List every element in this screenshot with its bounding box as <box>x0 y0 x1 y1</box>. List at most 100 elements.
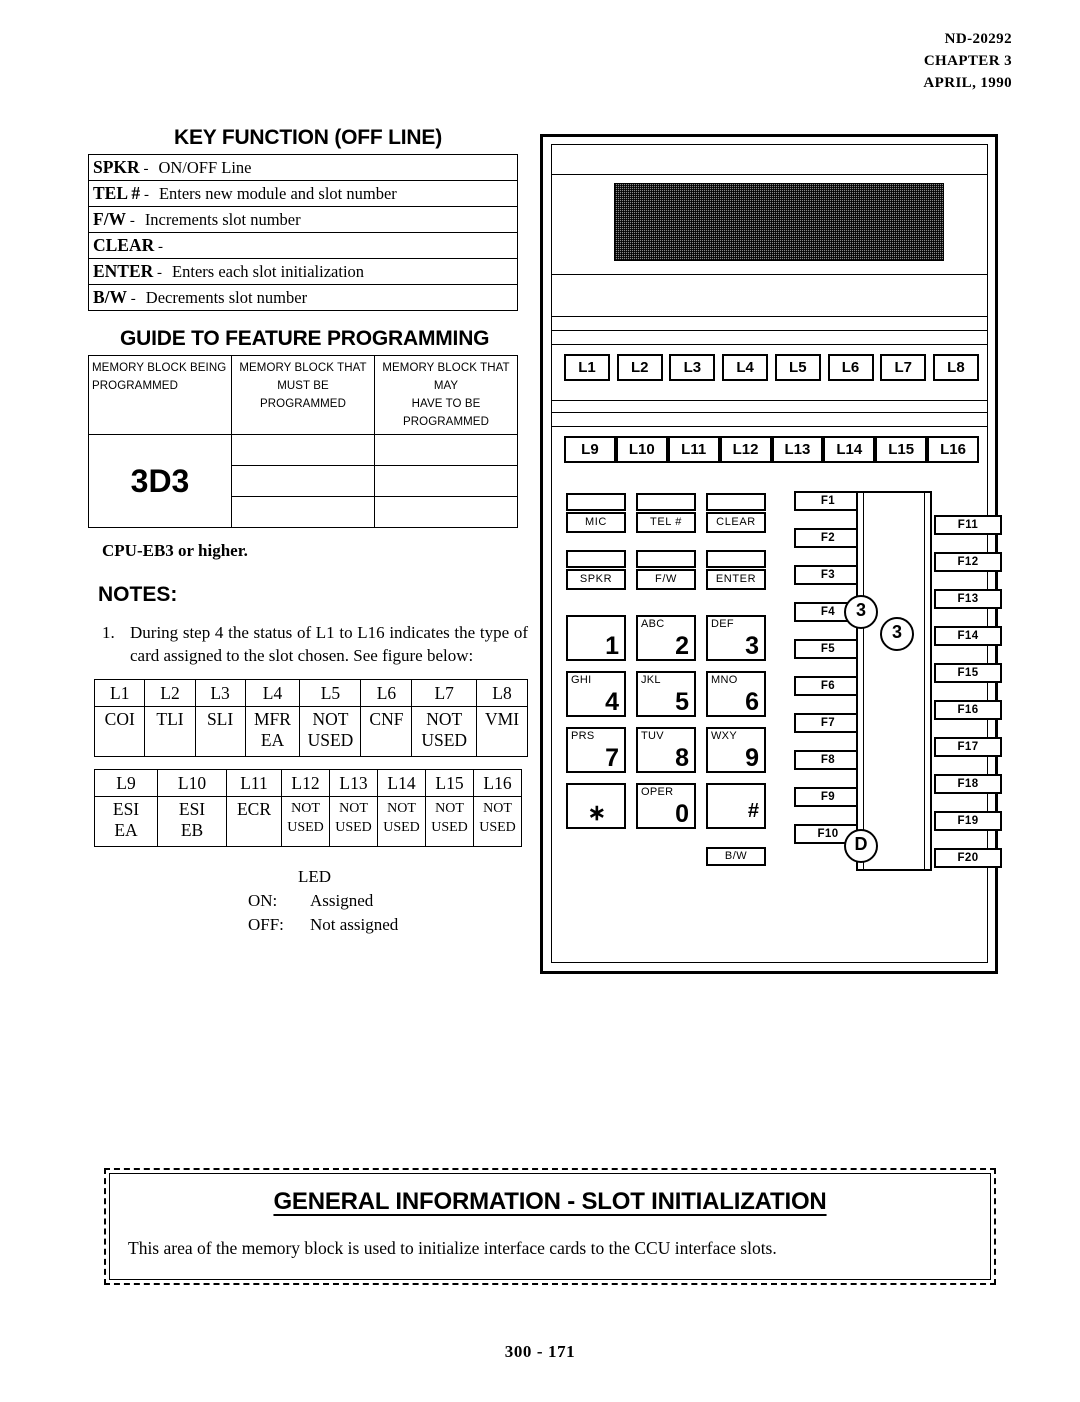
dial-key-1[interactable]: 1 <box>566 615 626 661</box>
line-key-l1[interactable]: L1 <box>564 354 610 381</box>
dial-key-star[interactable]: ∗ <box>566 783 626 829</box>
function-key-fw[interactable]: F/W <box>636 569 696 590</box>
line-key-l13[interactable]: L13 <box>771 436 824 463</box>
telephone-faceplate: L1 L2 L3 L4 L5 L6 L7 L8 L9 L10 L11 L12 L13 L14 L15 L16… <box>551 144 1002 963</box>
f-key-f13[interactable]: F13 <box>934 589 1002 609</box>
f-key-f9[interactable]: F9 <box>794 787 862 807</box>
key-function-key: SPKR <box>93 156 140 177</box>
dial-key-9[interactable]: WXY 9 <box>706 727 766 773</box>
line-key-l8[interactable]: L8 <box>932 354 979 381</box>
guide-body-row: 3D3 <box>88 434 518 528</box>
f-key-f1[interactable]: F1 <box>794 491 862 511</box>
function-key-cluster: MIC TEL # CLEAR SPKR F/W ENTER <box>566 493 766 590</box>
guide-header-line: MEMORY BLOCK THAT MAY <box>382 362 510 392</box>
line-key-l2[interactable]: L2 <box>616 354 663 381</box>
function-key-mic[interactable]: MIC <box>566 512 626 533</box>
dial-key-pound[interactable]: # <box>706 783 766 829</box>
line-key-l14[interactable]: L14 <box>823 436 876 463</box>
card-value-line: USED <box>287 820 324 835</box>
card-value-line: USED <box>479 820 516 835</box>
key-function-description <box>163 236 173 255</box>
led-off-row: OFF: Not assigned <box>248 913 528 937</box>
card-table-header-cell: L6 <box>360 679 413 707</box>
f-key-f14[interactable]: F14 <box>934 626 1002 646</box>
f-key-f8[interactable]: F8 <box>794 750 862 770</box>
dial-key-3[interactable]: DEF 3 <box>706 615 766 661</box>
key-function-cell: F/W - Increments slot number <box>88 206 518 233</box>
dial-key-digit: 4 <box>605 688 619 716</box>
card-table-header-row: L1 L2 L3 L4 L5 L6 L7 L8 <box>93 679 528 707</box>
dial-key-0[interactable]: OPER 0 <box>636 783 696 829</box>
function-key-cell: TEL # <box>636 493 696 533</box>
f-key-f18[interactable]: F18 <box>934 774 1002 794</box>
dial-key-2[interactable]: ABC 2 <box>636 615 696 661</box>
line-key-l7[interactable]: L7 <box>880 354 927 381</box>
f-key-f19[interactable]: F19 <box>934 811 1002 831</box>
dial-key-8[interactable]: TUV 8 <box>636 727 696 773</box>
bw-key[interactable]: B/W <box>706 847 766 866</box>
key-function-dash: - <box>140 186 149 203</box>
f-key-f15[interactable]: F15 <box>934 663 1002 683</box>
key-function-title: KEY FUNCTION (OFF LINE) <box>173 126 442 149</box>
line-key-l9[interactable]: L9 <box>564 436 616 463</box>
callout-marker-3-left: 3 <box>844 595 878 629</box>
line-key-l15[interactable]: L15 <box>875 436 928 463</box>
card-value-line: NOT <box>483 801 512 816</box>
function-key-enter[interactable]: ENTER <box>706 569 766 590</box>
f-key-f3[interactable]: F3 <box>794 565 862 585</box>
card-table-value-cell: NOT USED <box>299 706 362 757</box>
led-off-label: OFF: <box>248 915 284 934</box>
f-key-f16[interactable]: F16 <box>934 700 1002 720</box>
function-key-tel[interactable]: TEL # <box>636 512 696 533</box>
faceplate-strip-2 <box>552 317 987 331</box>
dial-key-letters: JKL <box>641 674 661 686</box>
f-key-f7[interactable]: F7 <box>794 713 862 733</box>
dial-key-6[interactable]: MNO 6 <box>706 671 766 717</box>
line-key-l3[interactable]: L3 <box>669 354 716 381</box>
f-key-f11[interactable]: F11 <box>934 515 1002 535</box>
key-function-cell: SPKR - ON/OFF Line <box>88 154 518 181</box>
faceplate-strip-1 <box>552 275 987 317</box>
led-indicator <box>636 493 696 511</box>
f-key-f12[interactable]: F12 <box>934 552 1002 572</box>
key-function-cell: CLEAR - <box>88 232 518 259</box>
guide-header-row: MEMORY BLOCK BEING PROGRAMMED MEMORY BLOCK… <box>88 355 518 435</box>
key-function-row: SPKR - ON/OFF Line <box>88 154 518 181</box>
f-key-f2[interactable]: F2 <box>794 528 862 548</box>
card-table-value-cell: NOT USED <box>473 796 522 847</box>
card-value-line: VMI <box>485 709 520 729</box>
line-key-l10[interactable]: L10 <box>615 436 668 463</box>
card-table-value-cell: NOT USED <box>411 706 478 757</box>
guide-empty-cell <box>374 465 518 497</box>
function-key-clear[interactable]: CLEAR <box>706 512 766 533</box>
key-function-key: CLEAR <box>93 234 155 255</box>
card-table-header-cell: L2 <box>144 679 196 707</box>
card-table-value-cell: MFR EA <box>244 706 301 757</box>
note-item: 1. During step 4 the status of L1 to L16… <box>88 621 528 667</box>
line-key-l6[interactable]: L6 <box>827 354 874 381</box>
line-key-l4[interactable]: L4 <box>722 354 769 381</box>
banner-description: This area of the memory block is used to… <box>128 1238 777 1258</box>
line-key-l5[interactable]: L5 <box>774 354 821 381</box>
keypad-area: MIC TEL # CLEAR SPKR F/W ENTER 1 ABC 2 DEF 3 GHI 4… <box>552 487 1002 962</box>
dial-key-5[interactable]: JKL 5 <box>636 671 696 717</box>
function-key-cell: SPKR <box>566 550 626 590</box>
card-table-header-cell: L5 <box>299 679 362 707</box>
line-key-l16[interactable]: L16 <box>927 436 979 463</box>
card-value-line: COI <box>104 709 135 729</box>
dial-key-7[interactable]: PRS 7 <box>566 727 626 773</box>
function-key-spkr[interactable]: SPKR <box>566 569 626 590</box>
document-header: ND-20292 CHAPTER 3 APRIL, 1990 <box>923 28 1012 94</box>
dial-key-digit: 5 <box>675 688 689 716</box>
card-table-header-cell: L14 <box>377 769 426 797</box>
line-key-l11[interactable]: L11 <box>667 436 720 463</box>
f-key-f17[interactable]: F17 <box>934 737 1002 757</box>
f-key-f6[interactable]: F6 <box>794 676 862 696</box>
f-key-f20[interactable]: F20 <box>934 848 1002 868</box>
dial-key-4[interactable]: GHI 4 <box>566 671 626 717</box>
card-value-line: ECR <box>236 799 272 819</box>
f-key-f5[interactable]: F5 <box>794 639 862 659</box>
line-key-l12[interactable]: L12 <box>719 436 772 463</box>
card-value-line: NOT <box>426 709 463 729</box>
card-value-line: USED <box>307 730 354 750</box>
